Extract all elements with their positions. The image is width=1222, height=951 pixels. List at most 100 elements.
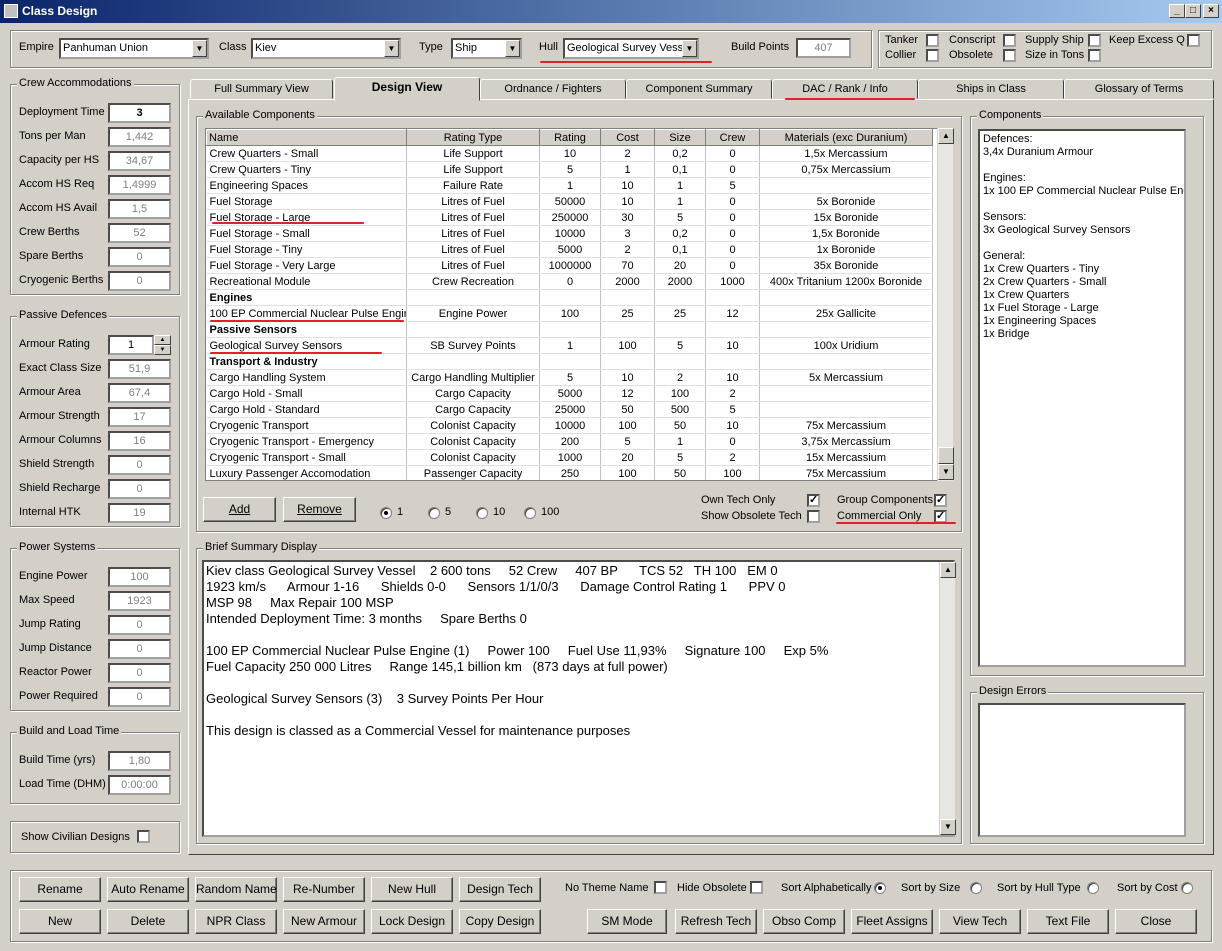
- column-header-rating-type[interactable]: Rating Type: [406, 129, 540, 146]
- class-select[interactable]: Kiev ▼: [251, 38, 401, 59]
- rename-button[interactable]: Rename: [19, 877, 101, 902]
- size-in-tons-checkbox[interactable]: [1088, 49, 1101, 62]
- quantity-radio-1[interactable]: [380, 507, 392, 519]
- table-row[interactable]: Engineering Spaces Failure Rate 1 10 1 5: [206, 177, 933, 194]
- hull-select[interactable]: Geological Survey Vessel ▼: [563, 38, 699, 59]
- table-row[interactable]: Cryogenic Transport - Emergency Colonist …: [206, 433, 933, 450]
- table-group-row[interactable]: Engines: [206, 289, 933, 306]
- chevron-down-icon[interactable]: ▼: [505, 40, 520, 57]
- type-select[interactable]: Ship ▼: [451, 38, 522, 59]
- table-row[interactable]: Cryogenic Transport Colonist Capacity 1000…: [206, 417, 933, 434]
- components-scrollbar[interactable]: ▲ ▼: [937, 128, 954, 481]
- sort-alphabetically-radio[interactable]: [874, 882, 886, 894]
- scroll-thumb[interactable]: [938, 447, 954, 464]
- column-header-rating[interactable]: Rating: [539, 129, 601, 146]
- close-button[interactable]: Close: [1115, 909, 1197, 934]
- npr-class-button[interactable]: NPR Class: [195, 909, 277, 934]
- column-header-materials[interactable]: Materials (exc Duranium): [759, 129, 933, 146]
- hide-obsolete-checkbox[interactable]: [750, 881, 763, 894]
- show-obsolete-checkbox[interactable]: [807, 510, 820, 523]
- table-row[interactable]: Fuel Storage - Very Large Litres of Fuel 1…: [206, 257, 933, 274]
- obso-comp-button[interactable]: Obso Comp: [763, 909, 845, 934]
- new-hull-button[interactable]: New Hull: [371, 877, 453, 902]
- table-row[interactable]: Crew Quarters - Tiny Life Support 5 1 0,1 0 0,…: [206, 161, 933, 178]
- chevron-down-icon[interactable]: ▼: [682, 40, 697, 57]
- supply-ship-checkbox[interactable]: [1088, 34, 1101, 47]
- table-row[interactable]: Fuel Storage Litres of Fuel 50000 10 1 0 5x Bo…: [206, 193, 933, 210]
- tanker-checkbox[interactable]: [926, 34, 939, 47]
- summary-scrollbar[interactable]: ▲ ▼: [939, 562, 956, 835]
- brief-summary-textbox[interactable]: Kiev class Geological Survey Vessel 2 60…: [202, 560, 955, 837]
- view-tech-button[interactable]: View Tech: [939, 909, 1021, 934]
- chevron-down-icon[interactable]: ▼: [192, 40, 207, 57]
- show-civilian-checkbox[interactable]: [137, 830, 150, 843]
- fleet-assigns-button[interactable]: Fleet Assigns: [851, 909, 933, 934]
- conscript-checkbox[interactable]: [1003, 34, 1016, 47]
- armour-rating-spinner[interactable]: ▲ ▼: [154, 335, 171, 355]
- quantity-radio-10[interactable]: [476, 507, 488, 519]
- tab-full-summary-view[interactable]: Full Summary View: [190, 79, 333, 99]
- column-header-name[interactable]: Name: [206, 129, 407, 146]
- design-tech-button[interactable]: Design Tech: [459, 877, 541, 902]
- column-header-cost[interactable]: Cost: [600, 129, 655, 146]
- delete-button[interactable]: Delete: [107, 909, 189, 934]
- armour-rating-field[interactable]: 1: [108, 335, 154, 355]
- new-button[interactable]: New: [19, 909, 101, 934]
- tab-ordnance-fighters[interactable]: Ordnance / Fighters: [480, 79, 626, 99]
- refresh-tech-button[interactable]: Refresh Tech: [675, 909, 757, 934]
- own-tech-checkbox[interactable]: ✓: [807, 494, 820, 507]
- auto-rename-button[interactable]: Auto Rename: [107, 877, 189, 902]
- table-row[interactable]: Crew Quarters - Small Life Support 10 2 0,2 0…: [206, 145, 933, 162]
- scroll-down-icon[interactable]: ▼: [940, 819, 956, 835]
- minimize-button[interactable]: _: [1169, 4, 1185, 18]
- keep-excess-q-checkbox[interactable]: [1187, 34, 1200, 47]
- table-group-row[interactable]: Passive Sensors: [206, 321, 933, 338]
- spin-up-icon[interactable]: ▲: [154, 335, 171, 345]
- lock-design-button[interactable]: Lock Design: [371, 909, 453, 934]
- tab-glossary-of-terms[interactable]: Glossary of Terms: [1064, 79, 1214, 99]
- tab-ships-in-class[interactable]: Ships in Class: [918, 79, 1064, 99]
- column-header-size[interactable]: Size: [654, 129, 706, 146]
- quantity-radio-100[interactable]: [524, 507, 536, 519]
- tab-component-summary[interactable]: Component Summary: [626, 79, 772, 99]
- empire-select[interactable]: Panhuman Union ▼: [59, 38, 209, 59]
- maximize-button[interactable]: □: [1185, 4, 1201, 18]
- deployment-time-field[interactable]: 3: [108, 103, 171, 123]
- components-list[interactable]: Defences: 3,4x Duranium Armour Engines: 1x …: [978, 129, 1186, 667]
- new-armour-button[interactable]: New Armour: [283, 909, 365, 934]
- chevron-down-icon[interactable]: ▼: [384, 40, 399, 57]
- table-row[interactable]: Recreational Module Crew Recreation 0 2000 2…: [206, 273, 933, 290]
- tab-design-view[interactable]: Design View: [334, 77, 480, 101]
- close-window-button[interactable]: ×: [1203, 4, 1219, 18]
- add-button[interactable]: Add: [203, 497, 276, 522]
- copy-design-button[interactable]: Copy Design: [459, 909, 541, 934]
- table-row[interactable]: Cryogenic Transport - Small Colonist Capa…: [206, 449, 933, 466]
- table-row[interactable]: Cargo Handling System Cargo Handling Mult…: [206, 369, 933, 386]
- quantity-radio-5[interactable]: [428, 507, 440, 519]
- scroll-up-icon[interactable]: ▲: [938, 128, 954, 144]
- sm-mode-button[interactable]: SM Mode: [587, 909, 667, 934]
- table-row[interactable]: Cargo Hold - Standard Cargo Capacity 25000…: [206, 401, 933, 418]
- scroll-down-icon[interactable]: ▼: [938, 464, 954, 480]
- remove-button[interactable]: Remove: [283, 497, 356, 522]
- text-file-button[interactable]: Text File: [1027, 909, 1109, 934]
- random-name-button[interactable]: Random Name: [195, 877, 277, 902]
- table-row[interactable]: Fuel Storage - Small Litres of Fuel 10000 3…: [206, 225, 933, 242]
- spin-down-icon[interactable]: ▼: [154, 345, 171, 355]
- no-theme-checkbox[interactable]: [654, 881, 667, 894]
- table-group-row[interactable]: Transport & Industry: [206, 353, 933, 370]
- design-errors-box[interactable]: [978, 703, 1186, 837]
- collier-checkbox[interactable]: [926, 49, 939, 62]
- group-components-checkbox[interactable]: ✓: [934, 494, 947, 507]
- sort-by-size-radio[interactable]: [970, 882, 982, 894]
- components-table[interactable]: Name Rating Type Rating Cost Size Crew M…: [205, 128, 938, 481]
- tab-dac-rank-info[interactable]: DAC / Rank / Info: [772, 79, 918, 99]
- obsolete-checkbox[interactable]: [1003, 49, 1016, 62]
- column-header-crew[interactable]: Crew: [705, 129, 760, 146]
- table-row[interactable]: Fuel Storage - Tiny Litres of Fuel 5000 2 0,…: [206, 241, 933, 258]
- scroll-up-icon[interactable]: ▲: [940, 562, 956, 578]
- re-number-button[interactable]: Re-Number: [283, 877, 365, 902]
- sort-by-cost-radio[interactable]: [1181, 882, 1193, 894]
- table-row[interactable]: Luxury Passenger Accomodation Passenger C…: [206, 465, 933, 480]
- sort-by-hull-type-radio[interactable]: [1087, 882, 1099, 894]
